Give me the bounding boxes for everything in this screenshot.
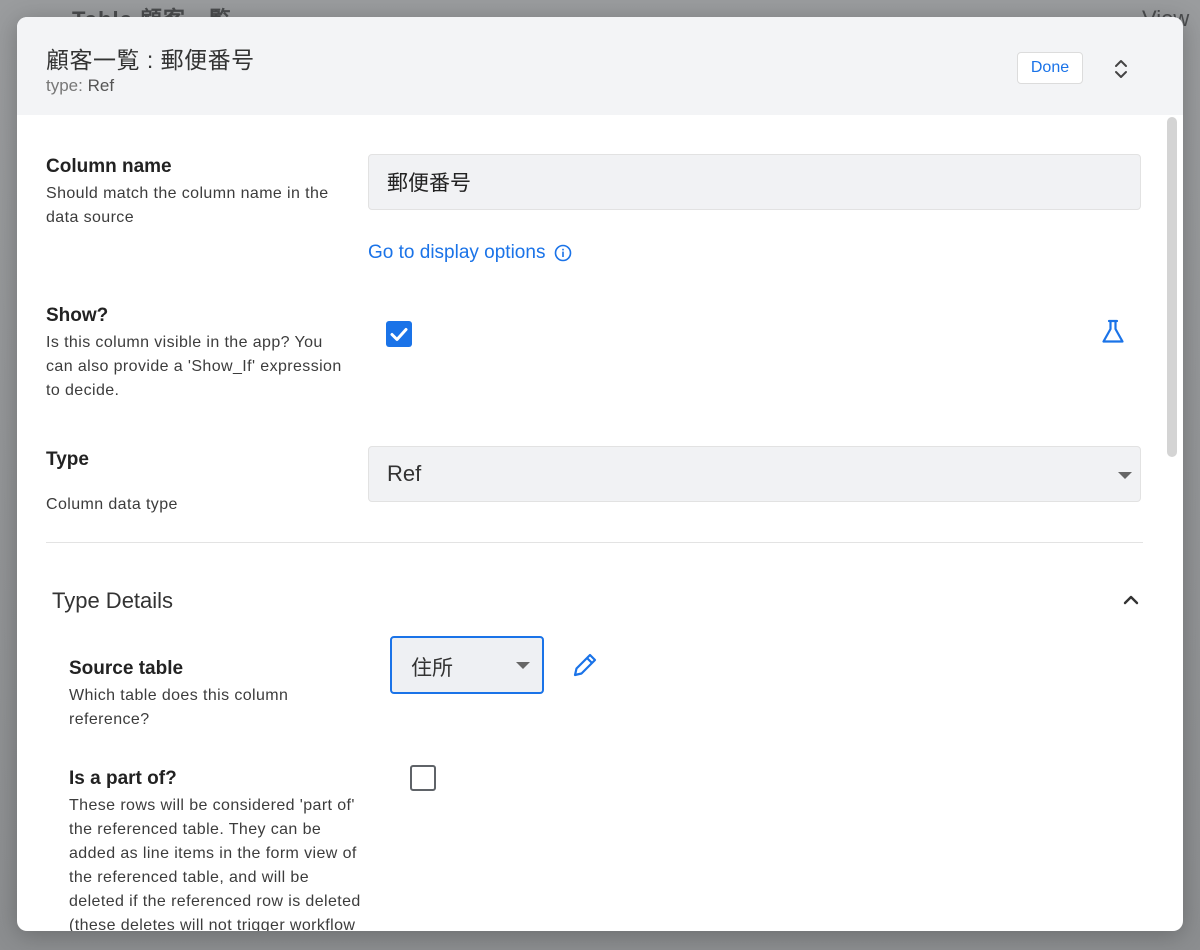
checkmark-icon	[390, 328, 408, 341]
type-select[interactable]: Ref	[368, 446, 1141, 502]
source-table-title: Source table	[69, 658, 184, 679]
info-circle-icon	[555, 244, 572, 262]
show-description: Is this column visible in the app? You c…	[46, 334, 342, 399]
part-of-title: Is a part of?	[69, 768, 177, 789]
column-type-caption: type: Ref	[46, 76, 114, 96]
part-of-description: These rows will be considered 'part of' …	[69, 797, 361, 931]
part-of-checkbox[interactable]	[410, 765, 436, 791]
display-options-link-text: Go to display options	[368, 242, 546, 263]
dialog-header: 顧客一覧 : 郵便番号 type: Ref Done	[17, 17, 1183, 115]
dropdown-caret-icon	[1118, 472, 1132, 479]
type-details-title: Type Details	[52, 588, 174, 613]
done-button[interactable]: Done	[1017, 52, 1083, 84]
column-name-description: Should match the column name in the data…	[46, 185, 329, 226]
chevron-up-icon[interactable]	[1122, 593, 1140, 607]
show-title: Show?	[46, 305, 109, 326]
display-options-link[interactable]: Go to display options	[368, 242, 572, 264]
section-divider	[46, 542, 1143, 543]
type-title: Type	[46, 449, 89, 470]
source-table-description: Which table does this column reference?	[69, 687, 289, 728]
show-checkbox[interactable]	[386, 321, 412, 347]
source-table-value: 住所	[411, 657, 453, 680]
type-caption-label: type:	[46, 76, 83, 95]
column-name-input[interactable]	[368, 154, 1141, 210]
column-edit-dialog: 顧客一覧 : 郵便番号 type: Ref Done Column name S…	[17, 17, 1183, 931]
dropdown-caret-icon	[516, 662, 530, 669]
source-table-select[interactable]: 住所	[390, 636, 544, 694]
column-name-title: Column name	[46, 156, 172, 177]
pencil-icon[interactable]	[570, 650, 600, 680]
dialog-title: 顧客一覧 : 郵便番号	[46, 47, 255, 73]
chevron-up-down-icon[interactable]	[1112, 57, 1130, 81]
type-select-value: Ref	[387, 461, 422, 486]
type-caption-value: Ref	[87, 76, 115, 95]
type-description: Column data type	[46, 496, 178, 513]
dialog-content: Column name Should match the column name…	[17, 115, 1183, 931]
flask-icon[interactable]	[1099, 318, 1127, 346]
